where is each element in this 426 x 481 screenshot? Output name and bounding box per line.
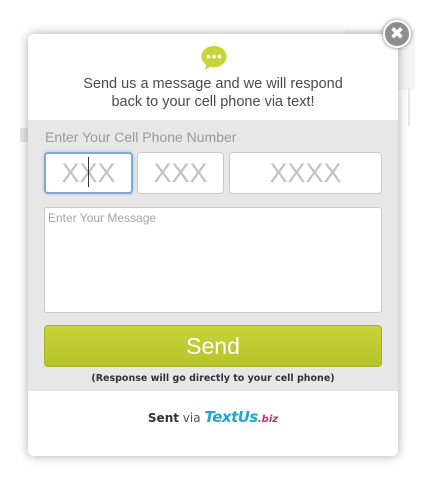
- send-button[interactable]: Send: [44, 325, 382, 367]
- brand-tld: .biz: [257, 414, 279, 425]
- message-form: Enter Your Cell Phone Number Enter Your …: [28, 120, 398, 391]
- text-message-modal: Send us a message and we will respond ba…: [28, 34, 398, 456]
- background-divider: [20, 128, 28, 142]
- text-cursor: [88, 157, 89, 187]
- brand-name: TextUs: [204, 408, 258, 426]
- message-placeholder: Enter Your Message: [48, 211, 157, 225]
- textus-logo[interactable]: TextUs.biz: [204, 408, 279, 426]
- via-label: via: [182, 411, 201, 425]
- response-note: (Response will go directly to your cell …: [91, 373, 335, 384]
- intro-message: Send us a message and we will respond ba…: [83, 76, 343, 110]
- phone-number-label: Enter Your Cell Phone Number: [45, 129, 237, 145]
- line-number-input[interactable]: [229, 152, 382, 194]
- sent-label: Sent: [147, 411, 179, 425]
- prefix-input[interactable]: [137, 152, 224, 194]
- modal-header: Send us a message and we will respond ba…: [28, 34, 398, 120]
- sent-via-line: Sent via TextUs.biz: [28, 408, 398, 426]
- modal-footer: Sent via TextUs.biz: [28, 391, 398, 456]
- background-divider: [408, 88, 410, 126]
- close-button[interactable]: ✖: [383, 20, 411, 48]
- chat-bubble-icon: [201, 46, 227, 70]
- message-textarea[interactable]: Enter Your Message: [44, 207, 382, 313]
